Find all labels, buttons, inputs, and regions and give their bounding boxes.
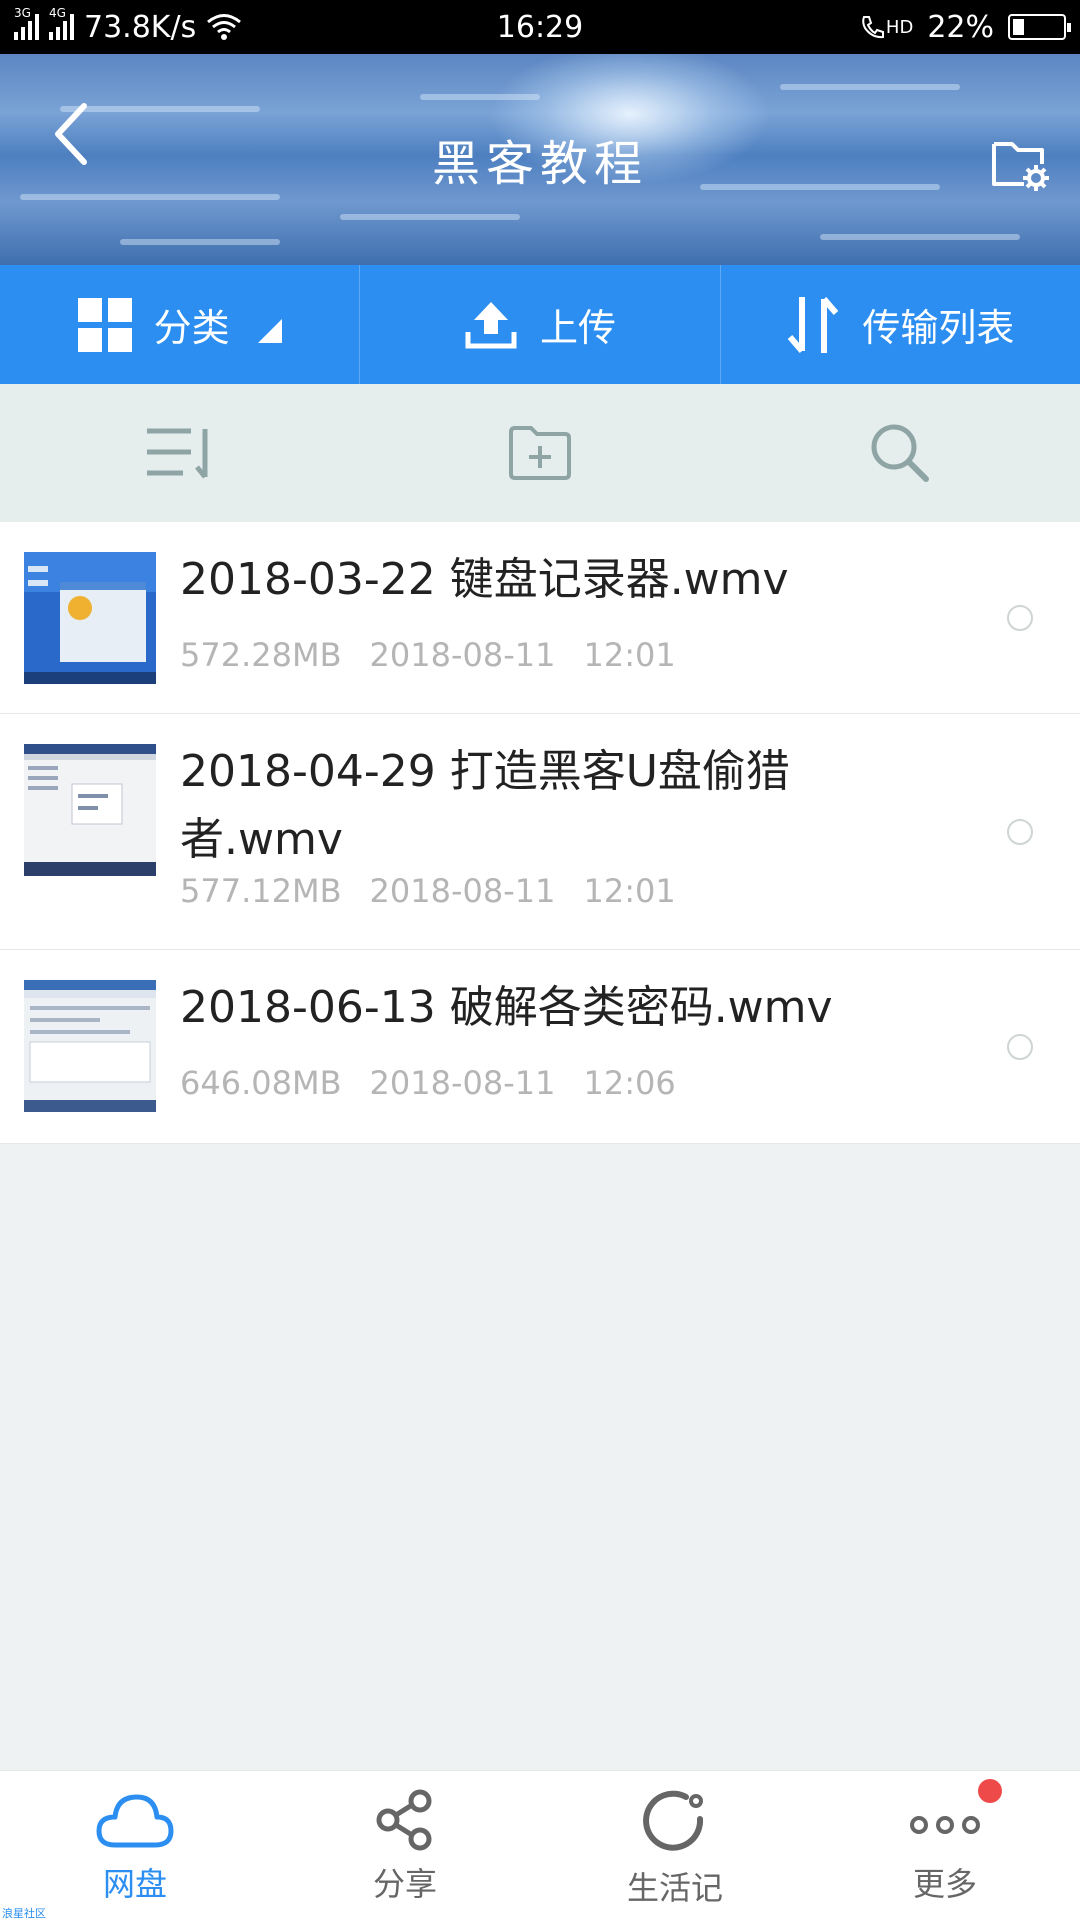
nav-label: 更多 bbox=[912, 1865, 977, 1903]
file-size: 577.12MB bbox=[180, 872, 342, 910]
file-time: 12:01 bbox=[583, 636, 676, 674]
transfer-list-label: 传输列表 bbox=[862, 306, 1015, 350]
bottom-nav: 网盘 分享 生活记 更多 bbox=[0, 1770, 1080, 1920]
new-folder-button[interactable] bbox=[360, 384, 720, 522]
header-banner: 黑客教程 bbox=[0, 54, 1080, 265]
file-date: 2018-08-11 bbox=[369, 1064, 556, 1102]
file-time: 12:01 bbox=[583, 872, 676, 910]
sort-button[interactable] bbox=[0, 384, 360, 522]
file-date: 2018-08-11 bbox=[369, 872, 556, 910]
grid-icon bbox=[77, 297, 132, 352]
category-label: 分类 bbox=[153, 306, 230, 350]
toolbar bbox=[0, 384, 1080, 522]
select-radio[interactable] bbox=[1007, 1034, 1033, 1060]
battery-icon bbox=[1008, 14, 1071, 40]
status-bar: 3G 4G 73.8K/s 16:29 HD 22% bbox=[0, 0, 1080, 54]
folder-gear-icon bbox=[992, 142, 1049, 191]
nav-label: 网盘 bbox=[102, 1865, 167, 1903]
hd-call-icon: HD bbox=[860, 14, 913, 40]
clock: 16:29 bbox=[496, 9, 584, 45]
file-time: 12:06 bbox=[583, 1064, 676, 1102]
nav-label: 分享 bbox=[372, 1865, 437, 1903]
video-thumbnail bbox=[24, 744, 156, 876]
cloud-icon bbox=[96, 1794, 174, 1848]
share-icon bbox=[376, 1789, 432, 1851]
file-meta: 572.28MB 2018-08-11 12:01 bbox=[180, 636, 704, 674]
file-list: 2018-03-22 键盘记录器.wmv 572.28MB 2018-08-11 1… bbox=[0, 522, 1080, 1144]
life-icon bbox=[643, 1790, 704, 1851]
action-bar: 分类 上传 传输列表 bbox=[0, 265, 1080, 384]
select-radio[interactable] bbox=[1007, 819, 1033, 845]
list-item[interactable]: 2018-03-22 键盘记录器.wmv 572.28MB 2018-08-11 1… bbox=[0, 522, 1080, 714]
nav-item-more[interactable]: 更多 bbox=[810, 1771, 1080, 1920]
watermark: 浪星社区 bbox=[2, 1907, 46, 1920]
file-date: 2018-08-11 bbox=[369, 636, 556, 674]
file-meta: 577.12MB 2018-08-11 12:01 bbox=[180, 872, 704, 910]
select-radio[interactable] bbox=[1007, 605, 1033, 631]
more-icon bbox=[910, 1816, 980, 1834]
notification-badge bbox=[978, 1779, 1002, 1803]
sort-icon bbox=[147, 428, 208, 479]
file-name: 2018-06-13 破解各类密码.wmv bbox=[180, 982, 833, 1033]
nav-label: 生活记 bbox=[626, 1869, 723, 1907]
nav-item-cloud-drive[interactable]: 网盘 bbox=[0, 1771, 270, 1920]
dropdown-triangle-icon bbox=[257, 318, 282, 343]
video-thumbnail bbox=[24, 552, 156, 684]
search-button[interactable] bbox=[720, 384, 1080, 522]
folder-settings-button[interactable] bbox=[988, 130, 1054, 196]
file-name: 2018-03-22 键盘记录器.wmv bbox=[180, 554, 789, 605]
list-item[interactable]: 2018-06-13 破解各类密码.wmv 646.08MB 2018-08-11… bbox=[0, 950, 1080, 1144]
file-size: 572.28MB bbox=[180, 636, 342, 674]
nav-item-life[interactable]: 生活记 bbox=[540, 1771, 810, 1920]
upload-icon bbox=[465, 301, 517, 348]
nav-item-share[interactable]: 分享 bbox=[270, 1771, 540, 1920]
file-meta: 646.08MB 2018-08-11 12:06 bbox=[180, 1064, 704, 1102]
video-thumbnail bbox=[24, 980, 156, 1112]
search-icon bbox=[871, 424, 929, 482]
transfer-icon bbox=[788, 296, 839, 353]
upload-label: 上传 bbox=[539, 306, 616, 350]
list-item[interactable]: 2018-04-29 打造黑客U盘偷猎者.wmv 577.12MB 2018-08… bbox=[0, 714, 1080, 950]
page-title: 黑客教程 bbox=[431, 136, 648, 192]
battery-percent: 22% bbox=[927, 9, 994, 45]
transfer-list-button[interactable]: 传输列表 bbox=[721, 265, 1080, 384]
category-button[interactable]: 分类 bbox=[0, 265, 361, 384]
upload-button[interactable]: 上传 bbox=[360, 265, 721, 384]
file-name: 2018-04-29 打造黑客U盘偷猎者.wmv bbox=[180, 746, 790, 865]
file-size: 646.08MB bbox=[180, 1064, 342, 1102]
folder-plus-icon bbox=[509, 426, 571, 480]
